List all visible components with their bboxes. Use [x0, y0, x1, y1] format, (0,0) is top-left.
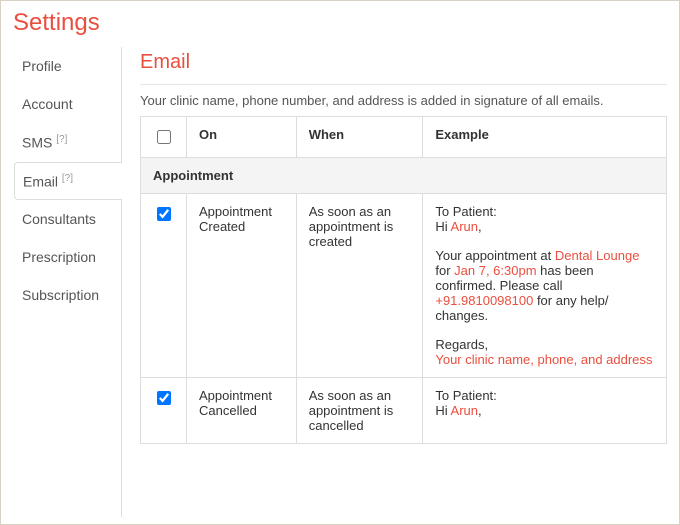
- example-patient-name: Arun: [451, 403, 478, 418]
- sidebar: Profile Account SMS [?] Email [?] Consul…: [13, 47, 121, 314]
- col-when: When: [296, 117, 423, 158]
- divider: [140, 84, 667, 85]
- sidebar-item-label: SMS: [22, 135, 52, 151]
- layout: Profile Account SMS [?] Email [?] Consul…: [13, 47, 667, 517]
- section-title: Email: [140, 51, 667, 74]
- example-to: To Patient:: [435, 388, 496, 403]
- sidebar-item-email[interactable]: Email [?]: [14, 162, 122, 201]
- sidebar-item-consultants[interactable]: Consultants: [13, 200, 121, 238]
- cell-when: As soon as an appointment is created: [296, 194, 423, 378]
- help-icon[interactable]: [?]: [62, 173, 73, 184]
- sidebar-item-label: Profile: [22, 58, 62, 74]
- group-label: Appointment: [141, 158, 667, 194]
- example-patient-name: Arun: [451, 219, 478, 234]
- cell-example: To Patient: Hi Arun, Your appointment at…: [423, 194, 667, 378]
- sidebar-item-profile[interactable]: Profile: [13, 47, 121, 85]
- example-body: Your appointment at: [435, 248, 555, 263]
- sidebar-item-subscription[interactable]: Subscription: [13, 276, 121, 314]
- example-phone: +91.9810098100: [435, 293, 533, 308]
- example-greeting-suffix: ,: [478, 219, 482, 234]
- example-signature: Your clinic name, phone, and address: [435, 352, 652, 367]
- page-title: Settings: [13, 9, 667, 37]
- sidebar-item-label: Email: [23, 173, 58, 189]
- sidebar-item-label: Subscription: [22, 287, 99, 303]
- cell-on: Appointment Created: [187, 194, 297, 378]
- intro-text: Your clinic name, phone number, and addr…: [140, 93, 667, 108]
- help-icon[interactable]: [?]: [56, 134, 67, 145]
- settings-page: Settings Profile Account SMS [?] Email […: [0, 0, 680, 525]
- table-header-row: On When Example: [141, 117, 667, 158]
- example-greeting-prefix: Hi: [435, 219, 450, 234]
- cell-example: To Patient: Hi Arun,: [423, 378, 667, 444]
- sidebar-item-account[interactable]: Account: [13, 85, 121, 123]
- example-body: for: [435, 263, 454, 278]
- example-greeting-suffix: ,: [478, 403, 482, 418]
- sidebar-item-label: Account: [22, 96, 73, 112]
- cell-on: Appointment Cancelled: [187, 378, 297, 444]
- sidebar-item-label: Prescription: [22, 249, 96, 265]
- content: Email Your clinic name, phone number, an…: [121, 47, 667, 517]
- example-regards: Regards,: [435, 337, 488, 352]
- table-row: Appointment Cancelled As soon as an appo…: [141, 378, 667, 444]
- select-all-header: [141, 117, 187, 158]
- sidebar-item-sms[interactable]: SMS [?]: [13, 123, 121, 162]
- example-clinic: Dental Lounge: [555, 248, 640, 263]
- sidebar-item-label: Consultants: [22, 211, 96, 227]
- select-all-checkbox[interactable]: [157, 130, 171, 144]
- table-row: Appointment Created As soon as an appoin…: [141, 194, 667, 378]
- sidebar-item-prescription[interactable]: Prescription: [13, 238, 121, 276]
- col-on: On: [187, 117, 297, 158]
- row-checkbox[interactable]: [157, 391, 171, 405]
- example-greeting-prefix: Hi: [435, 403, 450, 418]
- cell-when: As soon as an appointment is cancelled: [296, 378, 423, 444]
- example-datetime: Jan 7, 6:30pm: [454, 263, 536, 278]
- email-settings-table: On When Example Appointment Appointment …: [140, 116, 667, 444]
- group-row-appointment: Appointment: [141, 158, 667, 194]
- col-example: Example: [423, 117, 667, 158]
- row-checkbox[interactable]: [157, 207, 171, 221]
- example-to: To Patient:: [435, 204, 496, 219]
